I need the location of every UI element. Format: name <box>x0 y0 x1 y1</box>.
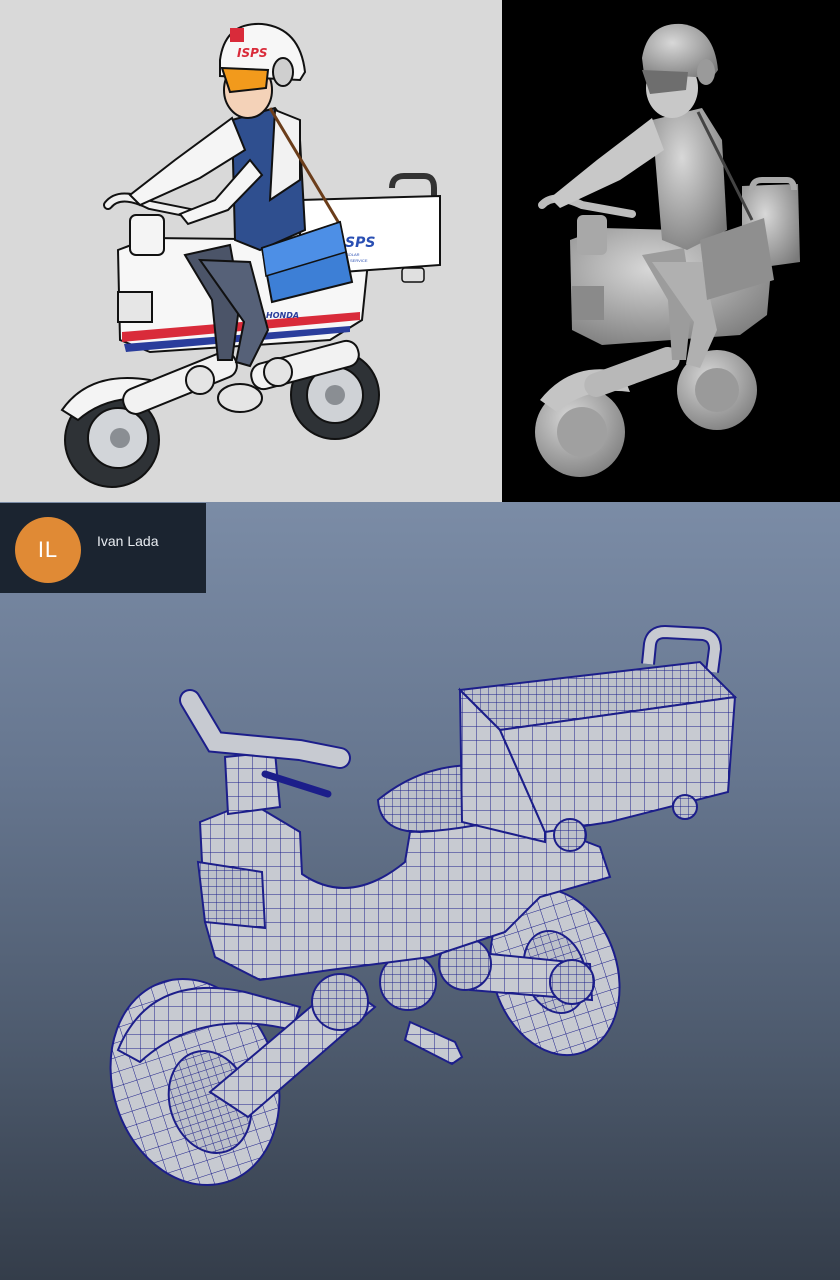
wire-cargo-box <box>457 624 738 852</box>
author-initials: IL <box>37 537 59 562</box>
clay-render-panel <box>502 0 840 502</box>
wire-headlight <box>196 860 267 930</box>
toon-render-image: SPS R SOLAR TAL SERVICE HONDA ISPS <box>60 22 441 488</box>
clay-render-image <box>535 23 800 477</box>
toon-box-decal: SPS <box>345 235 375 251</box>
author-avatar[interactable]: IL <box>15 517 81 583</box>
toon-render-panel: SPS R SOLAR TAL SERVICE HONDA ISPS <box>0 0 502 502</box>
wireframe-model-image <box>109 624 738 1187</box>
toon-helmet-decal: ISPS <box>237 46 268 60</box>
author-card[interactable]: IL Ivan Lada <box>0 503 206 593</box>
toon-brand-decal: HONDA <box>266 311 299 320</box>
wireframe-viewport-panel <box>0 502 840 1280</box>
toon-headlight <box>117 291 153 323</box>
author-name[interactable]: Ivan Lada <box>97 533 159 549</box>
